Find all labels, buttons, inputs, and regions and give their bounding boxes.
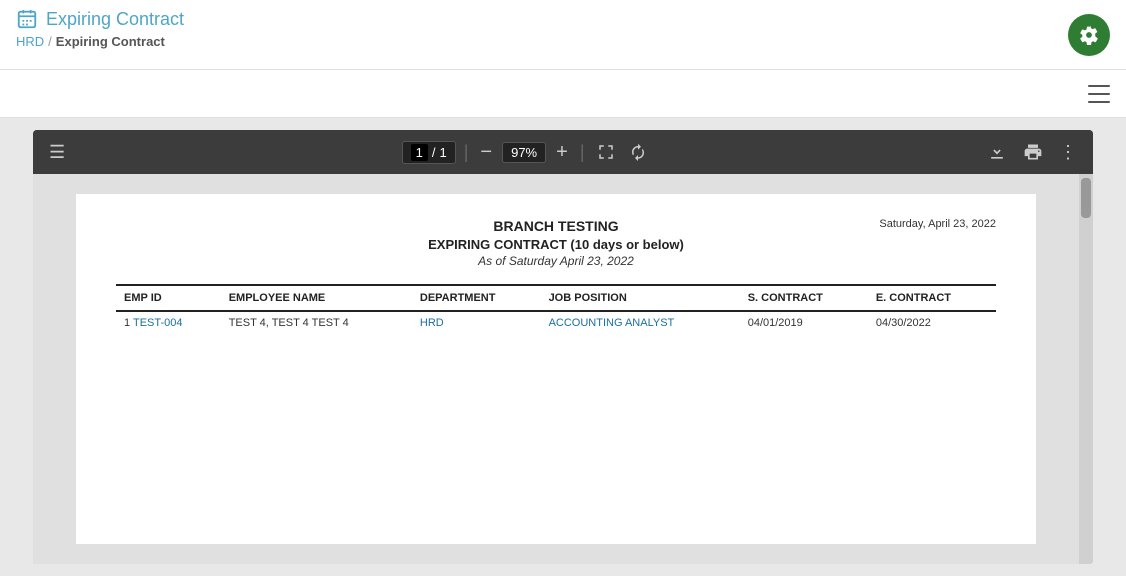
page-total: 1: [439, 145, 446, 160]
scrollbar-thumb[interactable]: [1081, 178, 1091, 218]
pdf-toolbar: ☰ 1 / 1 | − 97% + |: [33, 130, 1093, 174]
table-header-row: EMP ID EMPLOYEE NAME DEPARTMENT JOB POSI…: [116, 285, 996, 311]
hamburger-line-1: [1088, 85, 1110, 87]
col-e-contract: E. CONTRACT: [868, 285, 996, 311]
cell-e-contract: 04/30/2022: [868, 311, 996, 334]
pdf-divider-1: |: [464, 142, 469, 163]
pdf-viewer: ☰ 1 / 1 | − 97% + |: [33, 130, 1093, 564]
download-button[interactable]: [983, 138, 1011, 166]
breadcrumb-parent[interactable]: HRD: [16, 34, 44, 49]
pdf-toolbar-right: ⋮: [983, 138, 1081, 167]
zoom-value: 97%: [511, 145, 537, 160]
rotate-icon[interactable]: [625, 139, 651, 165]
page-indicator: 1 / 1: [402, 141, 456, 164]
pdf-scrollbar[interactable]: [1079, 174, 1093, 564]
report-subtitle: As of Saturday April 23, 2022: [276, 254, 836, 268]
zoom-out-button[interactable]: −: [476, 139, 496, 166]
page-title: Expiring Contract: [46, 9, 184, 30]
document-header: BRANCH TESTING EXPIRING CONTRACT (10 day…: [116, 218, 996, 268]
col-emp-id: EMP ID: [116, 285, 221, 311]
cell-emp-id: TEST-004: [133, 317, 183, 329]
document-company: BRANCH TESTING EXPIRING CONTRACT (10 day…: [276, 218, 836, 268]
col-department: DEPARTMENT: [412, 285, 541, 311]
pdf-toolbar-center: 1 / 1 | − 97% + |: [77, 139, 975, 166]
app-header: Expiring Contract HRD / Expiring Contrac…: [0, 0, 1126, 70]
pdf-divider-2: |: [580, 142, 585, 163]
breadcrumb-current: Expiring Contract: [56, 34, 165, 49]
cell-row-num: 1 TEST-004: [116, 311, 221, 334]
report-table: EMP ID EMPLOYEE NAME DEPARTMENT JOB POSI…: [116, 284, 996, 334]
zoom-indicator: 97%: [502, 142, 546, 163]
col-employee-name: EMPLOYEE NAME: [221, 285, 412, 311]
fit-page-icon[interactable]: [593, 139, 619, 165]
cell-s-contract: 04/01/2019: [740, 311, 868, 334]
hamburger-line-3: [1088, 101, 1110, 103]
report-title: EXPIRING CONTRACT (10 days or below): [276, 237, 836, 252]
table-row: 1 TEST-004 TEST 4, TEST 4 TEST 4 HRD ACC…: [116, 311, 996, 334]
more-options-button[interactable]: ⋮: [1055, 138, 1081, 167]
company-name: BRANCH TESTING: [276, 218, 836, 234]
hamburger-menu[interactable]: [1088, 85, 1110, 103]
hamburger-line-2: [1088, 93, 1110, 95]
app-title: Expiring Contract: [16, 8, 1110, 30]
breadcrumb: HRD / Expiring Contract: [16, 34, 1110, 49]
col-s-contract: S. CONTRACT: [740, 285, 868, 311]
col-job-position: JOB POSITION: [541, 285, 740, 311]
cell-job-position: ACCOUNTING ANALYST: [541, 311, 740, 334]
toolbar-strip: [0, 70, 1126, 118]
cell-employee-name: TEST 4, TEST 4 TEST 4: [221, 311, 412, 334]
zoom-in-button[interactable]: +: [552, 139, 572, 166]
page-current: 1: [411, 144, 428, 161]
calendar-icon: [16, 8, 38, 30]
page-separator: /: [432, 145, 436, 160]
table-header: EMP ID EMPLOYEE NAME DEPARTMENT JOB POSI…: [116, 285, 996, 311]
pdf-menu-icon[interactable]: ☰: [45, 138, 69, 167]
pdf-page: BRANCH TESTING EXPIRING CONTRACT (10 day…: [76, 194, 1036, 544]
pdf-viewer-wrapper: ☰ 1 / 1 | − 97% + |: [0, 118, 1126, 576]
document-date: Saturday, April 23, 2022: [836, 218, 996, 230]
pdf-toolbar-left: ☰: [45, 138, 69, 167]
breadcrumb-separator: /: [48, 34, 52, 49]
pdf-content-area: BRANCH TESTING EXPIRING CONTRACT (10 day…: [33, 174, 1093, 564]
print-button[interactable]: [1019, 138, 1047, 166]
cell-department: HRD: [412, 311, 541, 334]
gear-icon: [1079, 25, 1099, 45]
settings-button[interactable]: [1068, 14, 1110, 56]
table-body: 1 TEST-004 TEST 4, TEST 4 TEST 4 HRD ACC…: [116, 311, 996, 334]
